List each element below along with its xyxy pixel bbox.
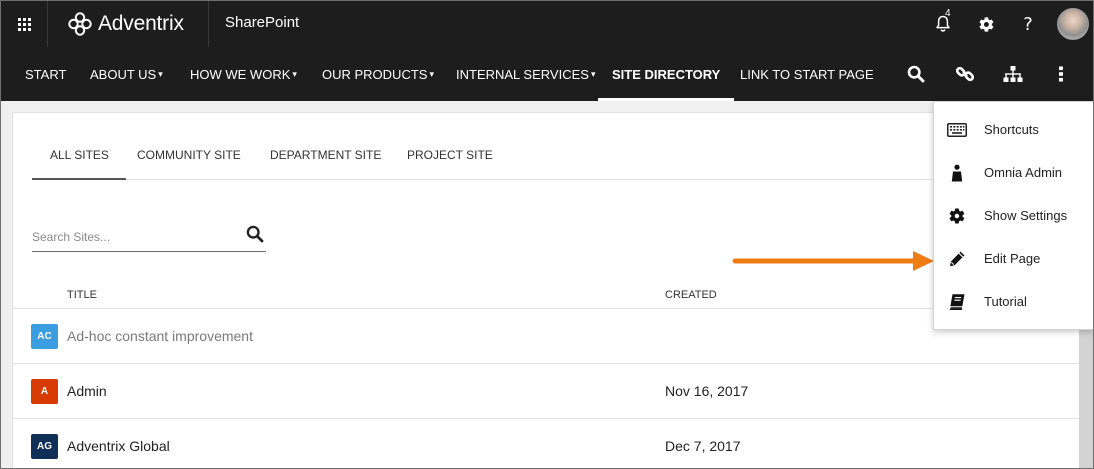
nav-item-label: SITE DIRECTORY [612,66,721,82]
nav-item-how-we-work[interactable]: HOW WE WORK ▾ [190,47,297,101]
suite-bar: Adventrix SharePoint 4 ? [1,1,1093,47]
nav-item-link-to-start-page[interactable]: LINK TO START PAGE [740,47,874,101]
menu-item-shortcuts[interactable]: Shortcuts [934,110,1093,150]
book-icon [946,292,968,312]
site-created-date: Nov 16, 2017 [665,383,749,399]
gear-icon [979,16,993,32]
nav-item-label: LINK TO START PAGE [740,66,874,82]
site-created-date: Dec 7, 2017 [665,438,741,454]
menu-item-label: Shortcuts [984,122,1039,137]
menu-item-label: Show Settings [984,208,1068,223]
caret-down-icon: ▾ [292,69,297,79]
nav-links-button[interactable] [953,62,977,86]
nav-item-start[interactable]: START [25,47,66,101]
main-nav: START ABOUT US ▾ HOW WE WORK ▾ OUR PRODU… [1,47,1093,101]
site-initials-badge: AC [31,324,58,349]
user-avatar[interactable] [1057,8,1089,40]
active-tab-indicator [32,178,126,180]
site-title-link[interactable]: Ad-hoc constant improvement [67,328,253,344]
search-icon [246,225,264,243]
app-frame: Adventrix SharePoint 4 ? START ABOUT US … [0,0,1094,469]
tab-label: PROJECT SITE [407,148,493,162]
caret-down-icon: ▾ [158,69,163,79]
sitemap-icon [1003,66,1023,82]
nav-item-about-us[interactable]: ABOUT US ▾ [90,47,163,101]
nav-search-button[interactable] [904,62,928,86]
menu-item-label: Omnia Admin [984,165,1063,180]
site-row[interactable]: A Admin Nov 16, 2017 [13,363,1079,418]
tab-project-site[interactable]: PROJECT SITE [407,148,493,162]
tab-community-site[interactable]: COMMUNITY SITE [137,148,241,162]
brand-name: Adventrix [98,12,184,35]
site-initials-badge: AG [31,434,58,459]
tab-department-site[interactable]: DEPARTMENT SITE [270,148,381,162]
keyboard-icon [946,120,968,140]
divider [47,1,48,47]
nav-item-internal-services[interactable]: INTERNAL SERVICES ▾ [456,47,595,101]
menu-item-label: Tutorial [984,294,1027,309]
brand-logo[interactable]: Adventrix [67,11,184,37]
tab-all-sites[interactable]: ALL SITES [32,148,126,180]
site-initials-badge: A [31,379,58,404]
nav-item-label: OUR PRODUCTS [322,66,428,82]
nav-item-site-directory[interactable]: SITE DIRECTORY [598,47,735,101]
nav-item-label: INTERNAL SERVICES [456,66,589,82]
search-submit-button[interactable] [246,225,264,248]
menu-item-omnia-admin[interactable]: Omnia Admin [934,153,1093,193]
callout-arrow-icon [732,251,934,271]
site-directory-card: ALL SITES COMMUNITY SITE DEPARTMENT SITE… [12,112,1080,468]
gear-icon [946,206,968,226]
column-header-title[interactable]: TITLE [67,289,97,301]
nav-sitemap-button[interactable] [1001,62,1025,86]
menu-item-show-settings[interactable]: Show Settings [934,196,1093,236]
site-title-link[interactable]: Admin [67,383,107,399]
nav-item-label: ABOUT US [90,66,157,82]
adventrix-logo-icon [68,12,92,36]
settings-button[interactable] [972,11,1000,37]
question-icon: ? [1023,13,1033,35]
app-launcher-button[interactable] [2,2,47,46]
tab-label: DEPARTMENT SITE [270,148,382,162]
site-search [32,223,266,252]
menu-item-tutorial[interactable]: Tutorial [934,282,1093,322]
site-row[interactable]: AC Ad-hoc constant improvement [13,308,1079,363]
active-indicator [598,98,735,101]
more-options-button[interactable] [1049,62,1073,86]
menu-item-label: Edit Page [984,251,1041,266]
app-title[interactable]: SharePoint [225,14,299,31]
more-options-menu: Shortcuts Omnia Admin Show Settings Edit… [933,101,1093,330]
waffle-icon [18,17,31,31]
help-button[interactable]: ? [1014,11,1042,37]
tab-label: COMMUNITY SITE [137,148,241,162]
tab-label: ALL SITES [50,148,109,162]
pencil-icon [946,249,968,269]
notification-count: 4 [945,8,951,19]
nav-item-label: START [25,66,67,82]
menu-item-edit-page[interactable]: Edit Page [934,239,1093,279]
link-icon [955,66,975,82]
caret-down-icon: ▾ [590,69,596,79]
column-header-created[interactable]: CREATED [665,289,717,301]
nav-item-label: HOW WE WORK [190,66,291,82]
notifications-button[interactable]: 4 [929,8,957,37]
nav-item-our-products[interactable]: OUR PRODUCTS ▾ [322,47,434,101]
search-icon [907,65,925,83]
divider [208,1,209,47]
site-title-link[interactable]: Adventrix Global [67,438,170,454]
more-vertical-icon [1059,66,1063,82]
site-row[interactable]: AG Adventrix Global Dec 7, 2017 [13,418,1079,468]
search-input[interactable] [32,227,232,247]
caret-down-icon: ▾ [429,69,434,79]
person-icon [946,163,968,183]
site-type-tabs: ALL SITES COMMUNITY SITE DEPARTMENT SITE… [32,133,1072,180]
